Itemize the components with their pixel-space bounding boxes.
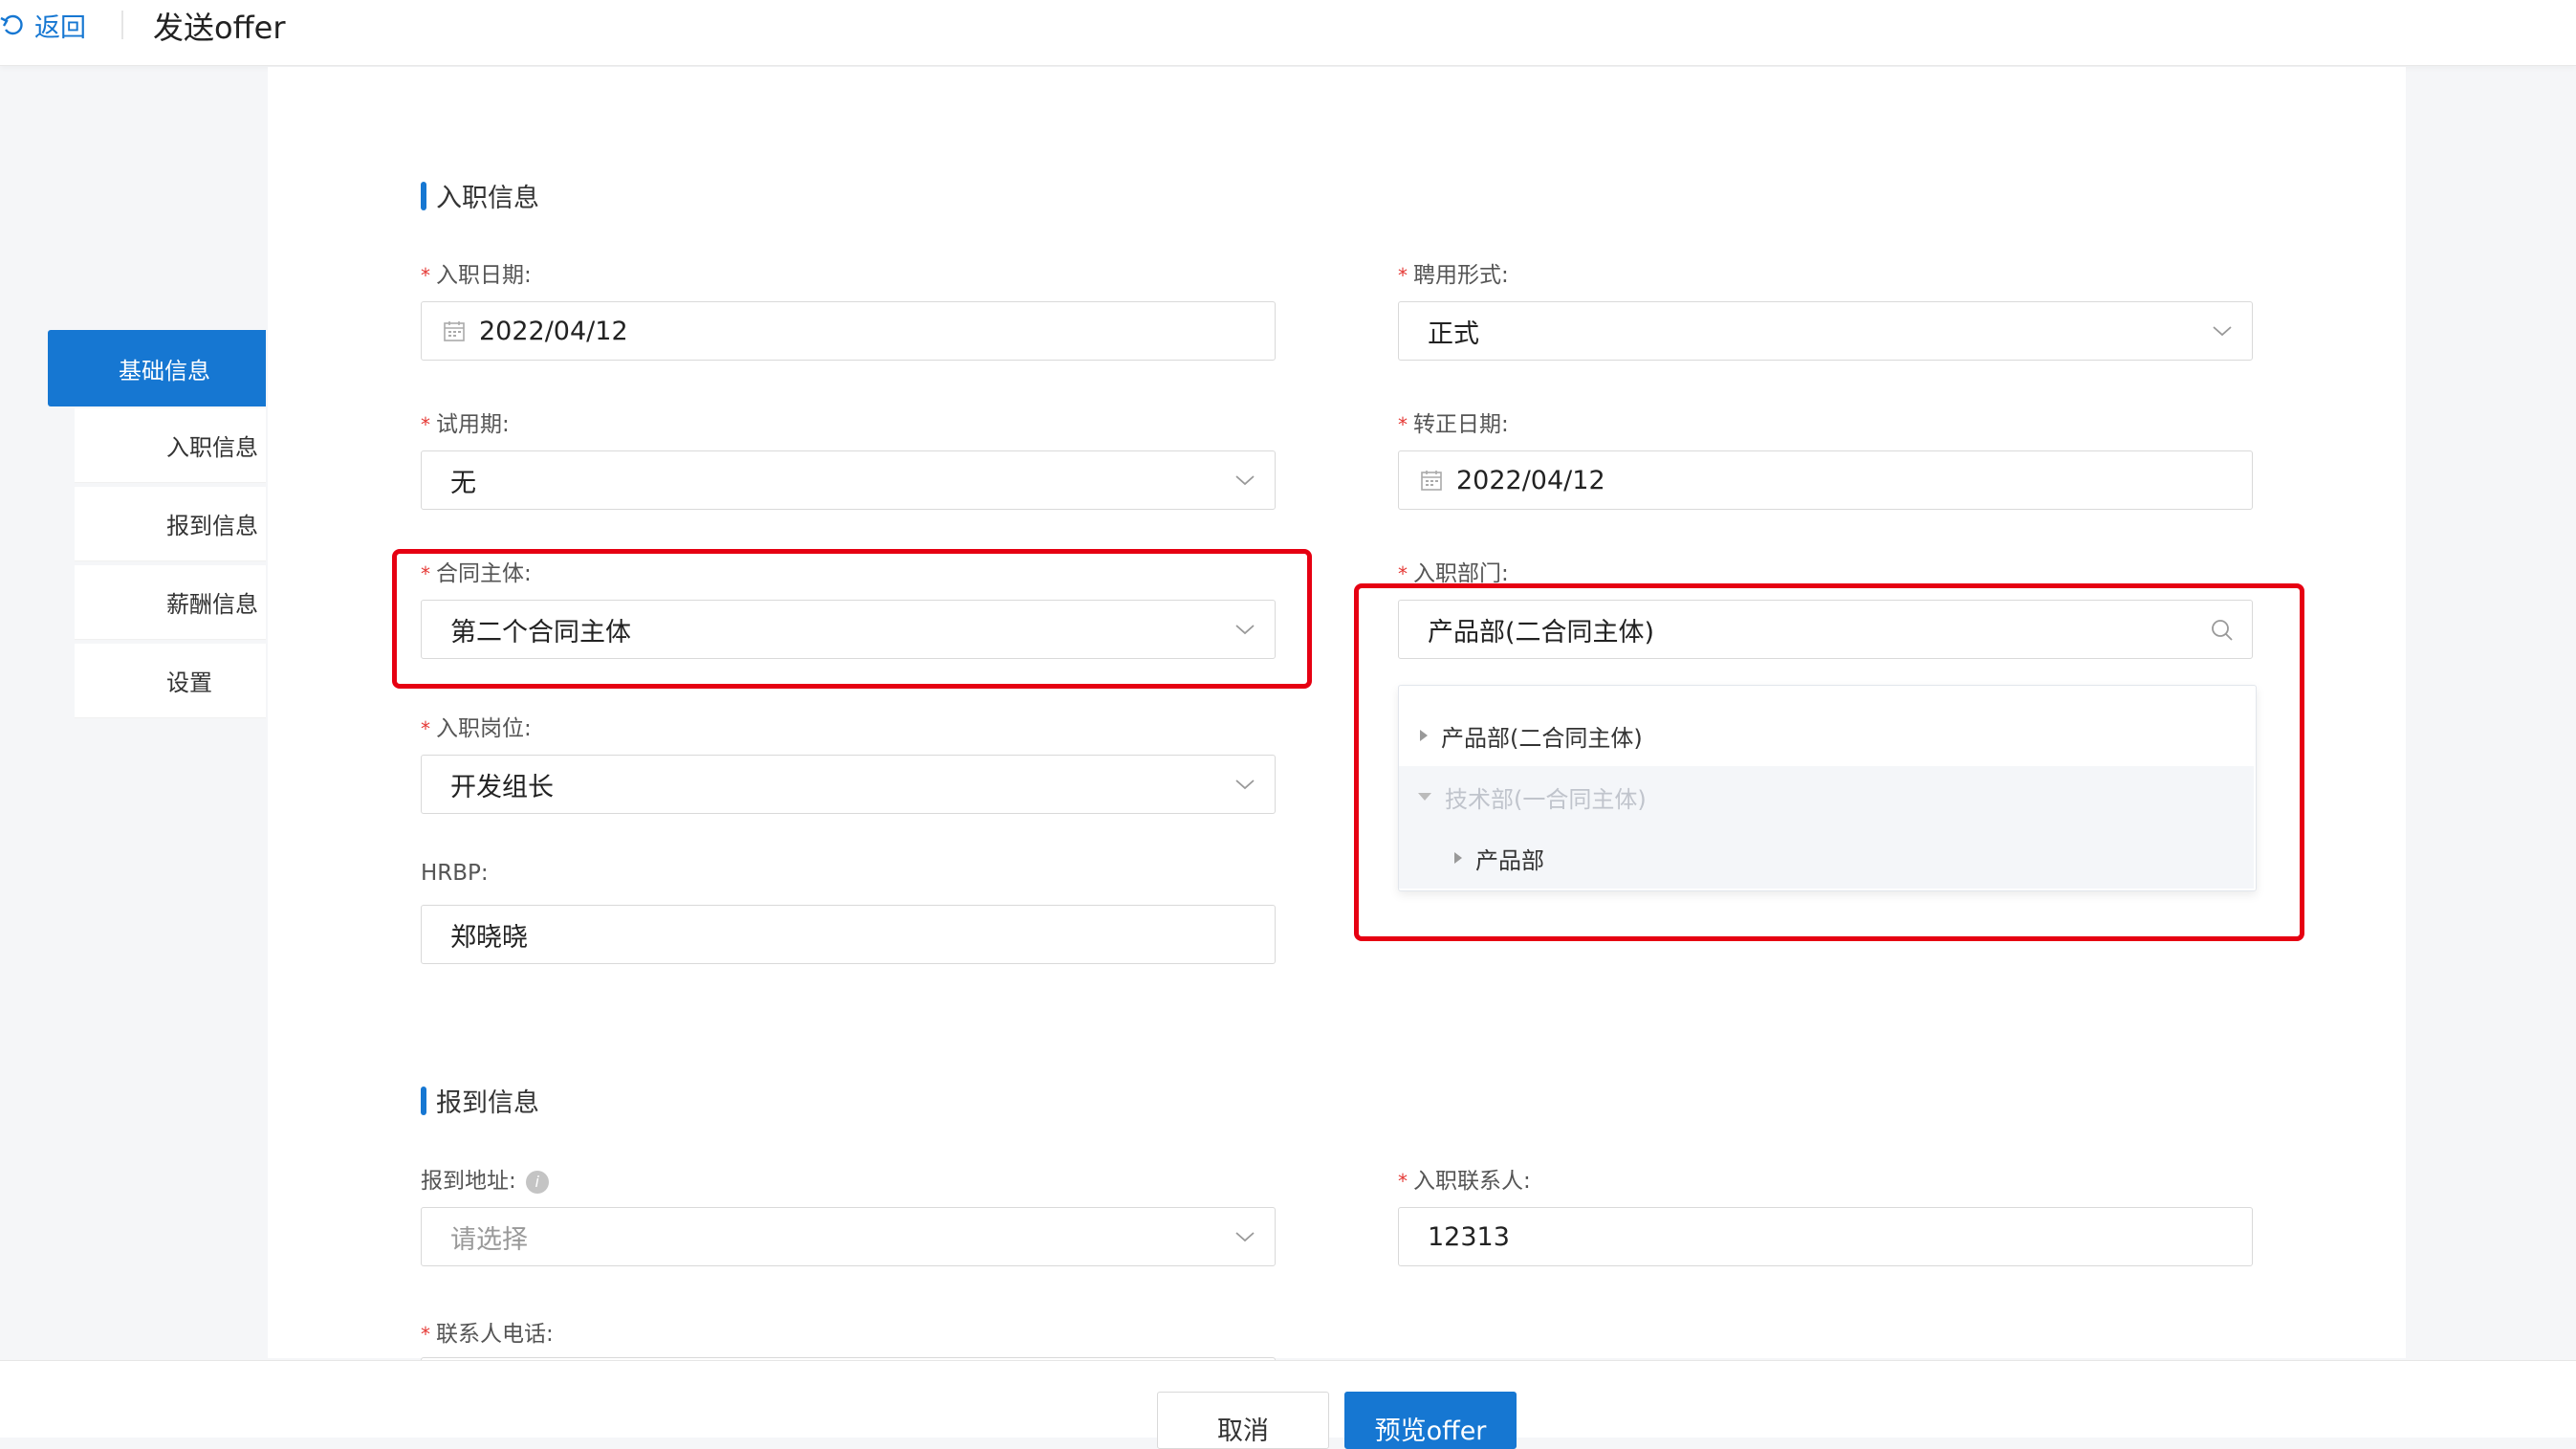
bottom-action-bar: 取消 预览offer — [0, 1360, 2576, 1449]
contact-label-text: 入职联系人: — [1413, 1169, 1531, 1194]
top-bar: 返回 发送offer — [0, 0, 2576, 66]
back-arrow-icon — [0, 14, 23, 35]
chevron-down-icon — [1235, 1232, 1255, 1242]
report-address-select[interactable]: 请选择 — [421, 1207, 1276, 1266]
back-label: 返回 — [34, 12, 86, 43]
required-mark: * — [421, 1323, 430, 1346]
start-date-label: * 入职日期: — [421, 256, 532, 289]
info-icon[interactable]: i — [525, 1170, 549, 1194]
position-value: 开发组长 — [450, 772, 554, 802]
section-title-report: 报到信息 — [421, 1082, 539, 1119]
chevron-down-icon — [1235, 475, 1255, 486]
regularization-date-picker[interactable]: 2022/04/12 — [1398, 450, 2253, 510]
position-label-text: 入职岗位: — [436, 716, 532, 741]
required-mark: * — [421, 717, 430, 740]
contact-value: 12313 — [1428, 1221, 1510, 1252]
section-title-text: 入职信息 — [436, 184, 539, 213]
hrbp-value: 郑晓晓 — [450, 922, 528, 953]
required-mark: * — [1398, 562, 1408, 585]
sidebar-item-settings[interactable]: 设置 — [75, 644, 266, 718]
chevron-down-icon — [2213, 326, 2232, 337]
required-mark: * — [421, 413, 430, 436]
start-date-picker[interactable]: 2022/04/12 — [421, 301, 1276, 361]
contact-phone-label-text: 联系人电话: — [436, 1322, 554, 1347]
section-marker — [421, 1086, 426, 1115]
sidebar-item-report-info[interactable]: 报到信息 — [75, 487, 266, 561]
probation-label-text: 试用期: — [436, 412, 510, 437]
regularization-date-label: * 转正日期: — [1398, 406, 1509, 438]
contract-entity-highlight-box — [392, 549, 1312, 689]
required-mark: * — [1398, 413, 1408, 436]
header-divider — [121, 11, 123, 39]
report-address-placeholder: 请选择 — [450, 1224, 528, 1255]
employment-type-label: * 聘用形式: — [1398, 256, 1509, 289]
required-mark: * — [1398, 264, 1408, 287]
contact-input[interactable]: 12313 — [1398, 1207, 2253, 1266]
employment-type-label-text: 聘用形式: — [1413, 263, 1509, 288]
sidebar-item-basic-info[interactable]: 基础信息 — [48, 330, 266, 406]
chevron-down-icon — [1235, 779, 1255, 790]
section-marker — [421, 181, 426, 210]
probation-select[interactable]: 无 — [421, 450, 1276, 510]
calendar-icon — [1421, 471, 1442, 491]
cancel-button[interactable]: 取消 — [1157, 1392, 1329, 1449]
regularization-date-value: 2022/04/12 — [1456, 465, 1605, 495]
contact-label: * 入职联系人: — [1398, 1162, 1531, 1195]
page-title: 发送offer — [153, 10, 286, 46]
sidebar-item-onboarding-info[interactable]: 入职信息 — [75, 408, 266, 483]
department-label: * 入职部门: — [1398, 555, 1509, 587]
back-button[interactable]: 返回 — [0, 6, 86, 44]
calendar-icon — [444, 321, 465, 341]
section-title-onboarding: 入职信息 — [421, 177, 539, 214]
hrbp-label: HRBP: — [421, 861, 489, 886]
probation-value: 无 — [450, 468, 476, 498]
position-select[interactable]: 开发组长 — [421, 755, 1276, 814]
employment-type-select[interactable]: 正式 — [1398, 301, 2253, 361]
required-mark: * — [1398, 1170, 1408, 1193]
start-date-label-text: 入职日期: — [436, 263, 532, 288]
probation-label: * 试用期: — [421, 406, 510, 438]
report-address-label: 报到地址: i — [421, 1162, 549, 1195]
required-mark: * — [421, 264, 430, 287]
sidebar-item-salary-info[interactable]: 薪酬信息 — [75, 565, 266, 640]
section-title-text: 报到信息 — [436, 1088, 539, 1118]
contact-phone-label: * 联系人电话: — [421, 1315, 554, 1348]
regularization-date-label-text: 转正日期: — [1413, 412, 1509, 437]
start-date-value: 2022/04/12 — [479, 316, 628, 346]
preview-offer-button[interactable]: 预览offer — [1344, 1392, 1517, 1449]
department-highlight-box — [1354, 583, 2304, 941]
position-label: * 入职岗位: — [421, 710, 532, 742]
report-address-label-text: 报到地址: — [421, 1169, 516, 1194]
employment-type-value: 正式 — [1428, 318, 1479, 349]
hrbp-input[interactable]: 郑晓晓 — [421, 905, 1276, 964]
